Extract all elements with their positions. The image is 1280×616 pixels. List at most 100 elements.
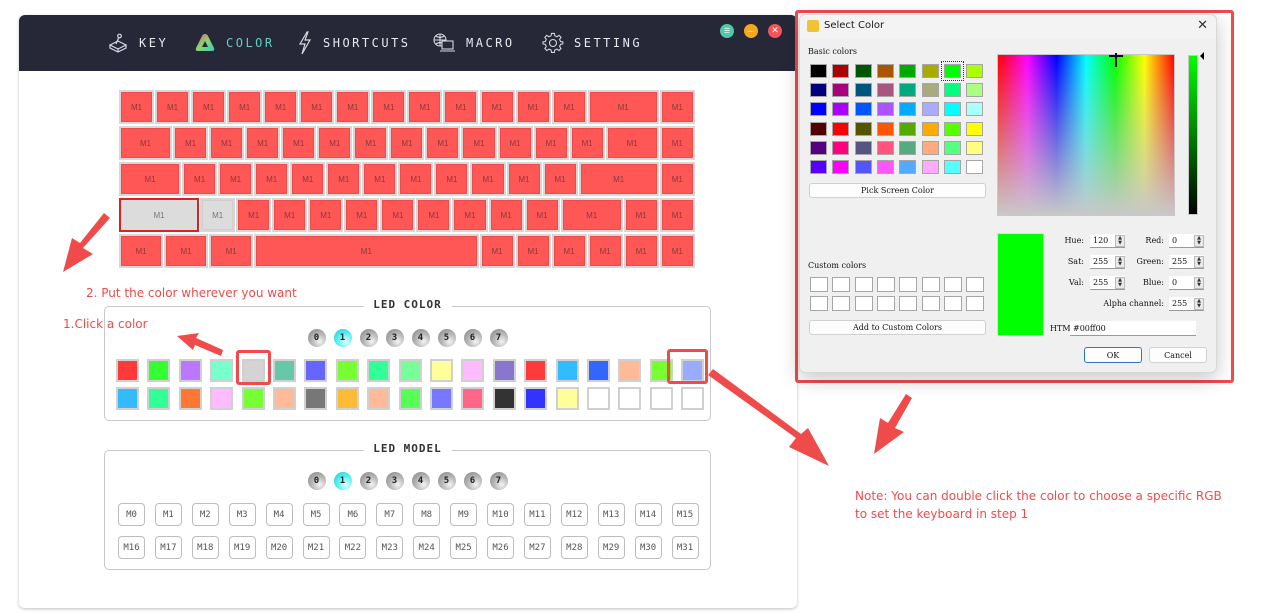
led-mode-button[interactable]: M9 [450,503,478,526]
basic-color-swatch[interactable] [876,121,894,136]
green-spinbox[interactable]: 255 ▲ ▼ [1169,255,1204,269]
keyboard-key[interactable]: M1 [263,90,299,124]
close-button[interactable]: ✕ [768,24,782,38]
basic-color-swatch[interactable] [943,102,961,117]
keyboard-key[interactable]: M1 [659,90,695,124]
led-mode-button[interactable]: M11 [523,503,551,526]
keyboard-key[interactable]: M1 [659,162,695,196]
led-mode-button[interactable]: M27 [523,536,551,559]
spin-arrows-icon[interactable]: ▲ ▼ [1194,256,1204,268]
keyboard-key[interactable]: M1 [254,162,290,196]
led-model-page-1[interactable]: 1 [333,472,352,490]
keyboard-key[interactable]: M1 [371,90,407,124]
keyboard-key[interactable]: M1 [344,198,380,232]
led-mode-button[interactable]: M30 [634,536,662,559]
alpha-spinbox[interactable]: 255 ▲ ▼ [1169,297,1204,311]
led-mode-button[interactable]: M8 [413,503,441,526]
color-swatch[interactable] [461,387,485,410]
led-mode-button[interactable]: M15 [671,503,699,526]
custom-color-slot[interactable] [966,296,985,311]
color-swatch[interactable] [681,387,705,410]
basic-color-swatch[interactable] [940,61,964,81]
keyboard-key[interactable]: M1 [515,234,551,268]
keyboard-key[interactable]: M1 [164,234,209,268]
color-swatch[interactable] [241,387,265,410]
keyboard-key[interactable]: M1 [425,126,461,160]
keyboard-key[interactable]: M1 [524,198,560,232]
keyboard-key[interactable]: M1 [317,126,353,160]
keyboard-key[interactable]: M1 [245,126,281,160]
led-mode-button[interactable]: M0 [118,503,145,526]
color-swatch[interactable] [116,387,139,410]
led-model-page-6[interactable]: 6 [463,472,482,490]
custom-color-slot[interactable] [921,296,940,311]
led-mode-button[interactable]: M24 [413,536,441,559]
keyboard-key[interactable]: M1 [470,162,506,196]
basic-color-swatch[interactable] [899,160,917,174]
color-swatch[interactable] [430,359,453,382]
keyboard-key[interactable]: M1 [281,126,317,160]
keyboard-key[interactable]: M1 [254,234,479,268]
keyboard-key[interactable]: M1 [326,162,362,196]
basic-color-swatch[interactable] [876,64,894,78]
color-swatch[interactable] [492,359,516,382]
keyboard-key[interactable]: M1 [623,198,659,232]
red-spinbox[interactable]: 0 ▲ ▼ [1169,234,1204,248]
nav-setting[interactable]: SETTING [542,29,642,57]
basic-color-swatch[interactable] [854,160,872,174]
led-color-page-4[interactable]: 4 [411,329,430,347]
keyboard-key[interactable]: M1 [569,126,605,160]
custom-color-slot[interactable] [832,296,851,311]
basic-color-swatch[interactable] [921,140,939,155]
basic-color-swatch[interactable] [810,121,827,136]
led-mode-button[interactable]: M16 [118,536,145,559]
nav-key[interactable]: KEY [107,29,168,57]
color-swatch[interactable] [398,387,422,410]
keyboard-key[interactable]: M1 [461,126,497,160]
nav-macro[interactable]: MACRO [432,29,515,57]
spin-arrows-icon[interactable]: ▲ ▼ [1194,235,1204,247]
led-color-page-7[interactable]: 7 [489,329,508,347]
color-swatch[interactable] [555,387,579,410]
hue-saturation-spectrum[interactable] [997,53,1175,216]
color-swatch[interactable] [367,359,391,382]
color-swatch[interactable] [178,359,202,382]
led-mode-button[interactable]: M31 [671,536,699,559]
custom-color-slot[interactable] [943,277,962,292]
keyboard-key[interactable]: M1 [587,234,623,268]
led-mode-button[interactable]: M28 [560,536,588,559]
color-swatch[interactable] [273,387,296,410]
keyboard-key[interactable]: M1 [182,162,218,196]
led-mode-button[interactable]: M17 [154,536,182,559]
custom-color-slot[interactable] [921,277,940,292]
basic-color-swatch[interactable] [899,64,917,78]
color-swatch[interactable] [618,359,642,382]
keyboard-key[interactable]: M1 [659,234,695,268]
led-mode-button[interactable]: M23 [376,536,404,559]
color-swatch[interactable] [367,387,391,410]
keyboard-key[interactable]: M1 [119,126,173,160]
led-mode-button[interactable]: M4 [265,503,293,526]
color-swatch[interactable] [210,387,234,410]
custom-color-slot[interactable] [943,296,962,311]
basic-color-swatch[interactable] [966,121,984,136]
basic-color-swatch[interactable] [921,83,939,98]
keyboard-key[interactable]: M1 [119,234,164,268]
value-slider[interactable] [1188,55,1198,215]
led-mode-button[interactable]: M10 [487,503,514,526]
led-color-page-5[interactable]: 5 [437,329,456,347]
basic-color-swatch[interactable] [854,140,872,155]
keyboard-key[interactable]: M1 [587,90,659,124]
basic-color-swatch[interactable] [921,160,939,174]
basic-color-swatch[interactable] [810,64,827,78]
basic-color-swatch[interactable] [810,140,827,155]
led-color-page-2[interactable]: 2 [359,329,378,347]
color-swatch[interactable] [492,387,516,410]
cancel-button[interactable]: Cancel [1149,347,1207,363]
keyboard-key[interactable]: M1 [308,198,344,232]
basic-color-swatch[interactable] [832,102,850,117]
keyboard-key[interactable]: M1 [578,162,659,196]
color-swatch[interactable] [461,359,485,382]
led-mode-button[interactable]: M19 [228,536,256,559]
keyboard-key[interactable]: M1 [659,126,695,160]
